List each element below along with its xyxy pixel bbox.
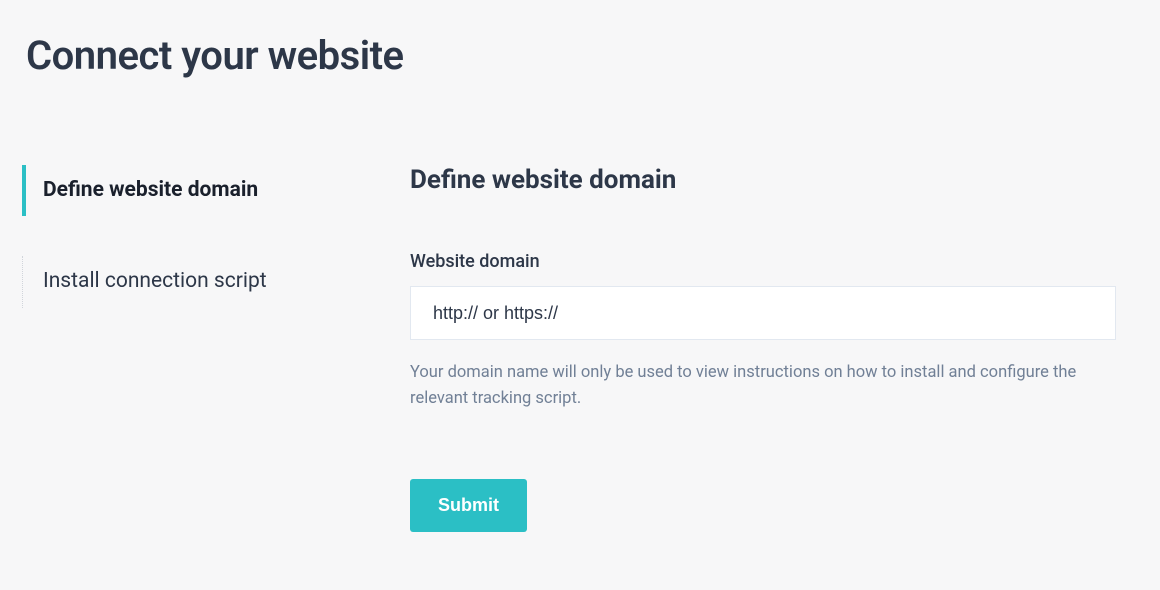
domain-field-label: Website domain (410, 251, 1130, 272)
sidebar-item-define-domain[interactable]: Define website domain (22, 165, 410, 216)
page-title: Connect your website (0, 0, 1160, 79)
sidebar-item-install-script[interactable]: Install connection script (22, 256, 410, 307)
submit-button[interactable]: Submit (410, 479, 527, 532)
main-content: Define website domain Website domain You… (410, 165, 1160, 532)
section-heading: Define website domain (410, 165, 1130, 195)
domain-helper-text: Your domain name will only be used to vi… (410, 360, 1116, 411)
content-wrapper: Define website domain Install connection… (0, 79, 1160, 532)
domain-input[interactable] (410, 286, 1116, 340)
sidebar: Define website domain Install connection… (0, 165, 410, 532)
